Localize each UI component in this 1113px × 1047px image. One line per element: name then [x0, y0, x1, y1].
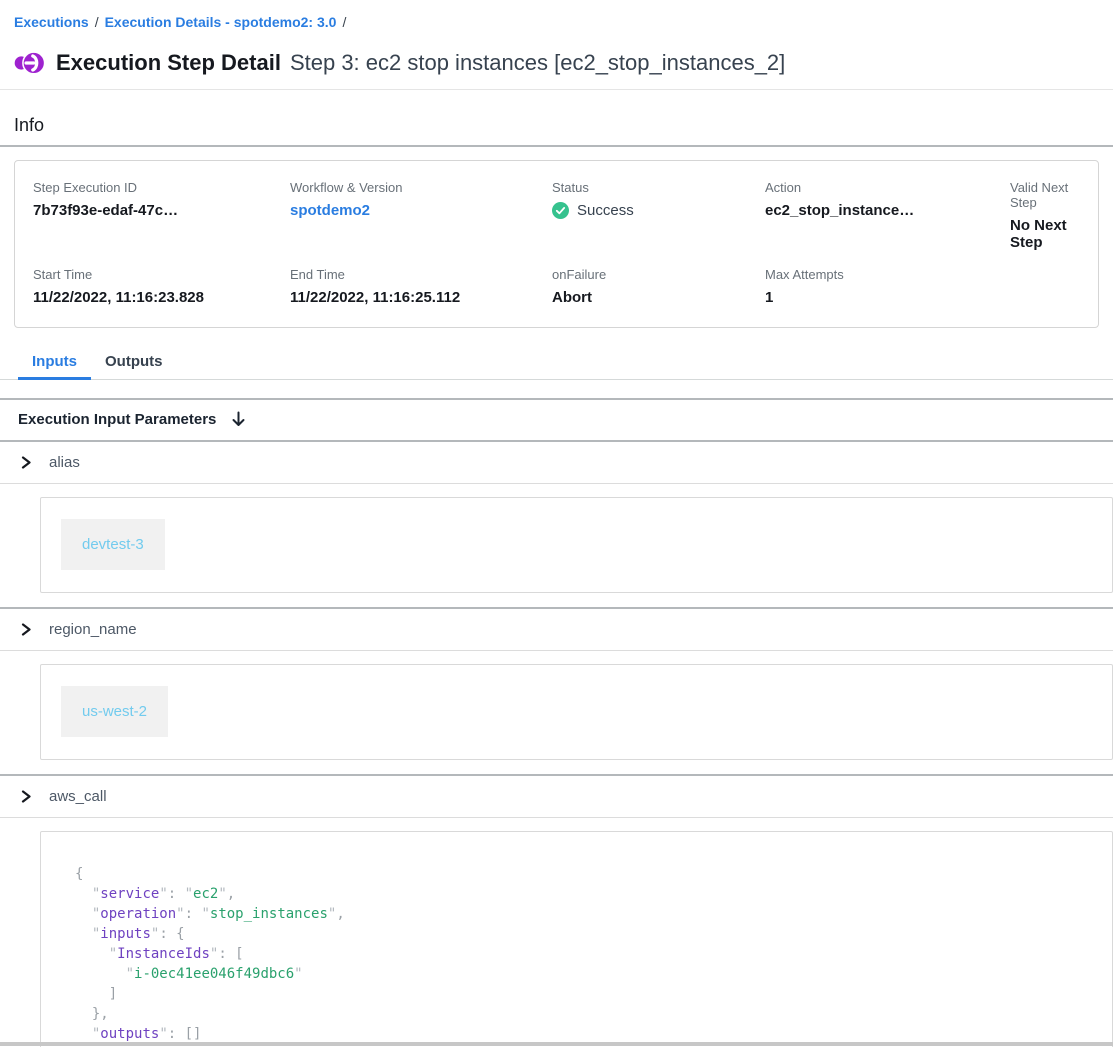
section-region-name-header[interactable]: region_name — [0, 609, 1113, 651]
field-label: onFailure — [552, 267, 765, 282]
breadcrumb: Executions / Execution Details - spotdemo2… — [0, 0, 1113, 30]
arrow-down-icon[interactable] — [231, 411, 246, 428]
field-action: Action ec2_stop_instance… — [765, 180, 1010, 251]
field-workflow-version: Workflow & Version spotdemo2 — [290, 180, 552, 251]
tab-outputs[interactable]: Outputs — [91, 344, 177, 380]
code-line: "InstanceIds": [ — [75, 944, 1112, 964]
workflow-link[interactable]: spotdemo2 — [290, 202, 370, 219]
status-text: Success — [577, 202, 634, 219]
status-success-icon — [552, 202, 569, 219]
field-value: Abort — [552, 289, 765, 306]
code-line: "i-0ec41ee046f49dbc6" — [75, 964, 1112, 984]
value-box: us-west-2 — [40, 664, 1113, 760]
info-card: Step Execution ID 7b73f93e-edaf-47c… Wor… — [14, 160, 1099, 328]
value-box: devtest-3 — [40, 497, 1113, 593]
app-logo-icon — [14, 47, 45, 78]
field-onfailure: onFailure Abort — [552, 267, 765, 306]
json-code-box: { "service": "ec2", "operation": "stop_i… — [40, 831, 1113, 1047]
field-status: Status Success — [552, 180, 765, 251]
section-name: region_name — [49, 621, 137, 638]
field-value: 7b73f93e-edaf-47c… — [33, 202, 290, 219]
execution-step-detail-page: Executions / Execution Details - spotdemo2… — [0, 0, 1113, 1047]
tab-inputs[interactable]: Inputs — [18, 344, 91, 380]
field-valid-next-step: Valid Next Step No Next Step — [1010, 180, 1098, 251]
execution-input-parameters-header: Execution Input Parameters — [0, 398, 1113, 442]
field-value: ec2_stop_instance… — [765, 202, 1010, 219]
field-label: Action — [765, 180, 1010, 195]
page-title: Execution Step Detail — [56, 50, 281, 75]
field-label: Max Attempts — [765, 267, 1010, 282]
breadcrumb-separator: / — [95, 14, 99, 30]
field-step-execution-id: Step Execution ID 7b73f93e-edaf-47c… — [33, 180, 290, 251]
field-value: 1 — [765, 289, 1010, 306]
code-line: "operation": "stop_instances", — [75, 904, 1112, 924]
field-label: End Time — [290, 267, 552, 282]
field-label: Workflow & Version — [290, 180, 552, 195]
code-line: { — [75, 864, 1112, 884]
section-name: aws_call — [49, 788, 107, 805]
page-header: Execution Step Detail Step 3: ec2 stop in… — [14, 47, 1113, 78]
code-line: "service": "ec2", — [75, 884, 1112, 904]
field-value: No Next Step — [1010, 217, 1098, 251]
value-chip: devtest-3 — [61, 519, 165, 570]
bottom-divider — [0, 1042, 1113, 1046]
field-label: Status — [552, 180, 765, 195]
section-alias-header[interactable]: alias — [0, 442, 1113, 484]
page-subtitle: Step 3: ec2 stop instances [ec2_stop_ins… — [290, 50, 785, 75]
field-value: 11/22/2022, 11:16:23.828 — [33, 289, 290, 306]
section-aws-call: aws_call { "service": "ec2", "operation"… — [0, 774, 1113, 1047]
code-line: "outputs": [] — [75, 1024, 1112, 1044]
section-aws-call-header[interactable]: aws_call — [0, 776, 1113, 818]
section-region-name: region_name us-west-2 — [0, 607, 1113, 774]
section-alias: alias devtest-3 — [0, 442, 1113, 607]
breadcrumb-separator: / — [342, 14, 346, 30]
json-code-block: { "service": "ec2", "operation": "stop_i… — [75, 864, 1112, 1047]
value-chip: us-west-2 — [61, 686, 168, 737]
code-line: }, — [75, 1004, 1112, 1024]
header-divider — [0, 89, 1113, 90]
field-label: Valid Next Step — [1010, 180, 1098, 210]
breadcrumb-link-execution-details[interactable]: Execution Details - spotdemo2: 3.0 — [105, 14, 337, 30]
field-end-time: End Time 11/22/2022, 11:16:25.112 — [290, 267, 552, 306]
section-alias-body: devtest-3 — [0, 484, 1113, 607]
breadcrumb-link-executions[interactable]: Executions — [14, 14, 89, 30]
chevron-right-icon[interactable] — [20, 623, 32, 636]
section-region-name-body: us-west-2 — [0, 651, 1113, 774]
section-aws-call-body: { "service": "ec2", "operation": "stop_i… — [0, 818, 1113, 1047]
code-line: ] — [75, 984, 1112, 1004]
field-label: Start Time — [33, 267, 290, 282]
section-name: alias — [49, 454, 80, 471]
info-heading: Info — [14, 115, 1113, 136]
code-line: "inputs": { — [75, 924, 1112, 944]
info-divider — [0, 145, 1113, 147]
chevron-right-icon[interactable] — [20, 790, 32, 803]
field-start-time: Start Time 11/22/2022, 11:16:23.828 — [33, 267, 290, 306]
field-max-attempts: Max Attempts 1 — [765, 267, 1010, 306]
params-header-title: Execution Input Parameters — [18, 411, 216, 428]
field-value: 11/22/2022, 11:16:25.112 — [290, 289, 552, 306]
chevron-right-icon[interactable] — [20, 456, 32, 469]
field-label: Step Execution ID — [33, 180, 290, 195]
inputs-outputs-tabs: Inputs Outputs — [0, 344, 1113, 380]
